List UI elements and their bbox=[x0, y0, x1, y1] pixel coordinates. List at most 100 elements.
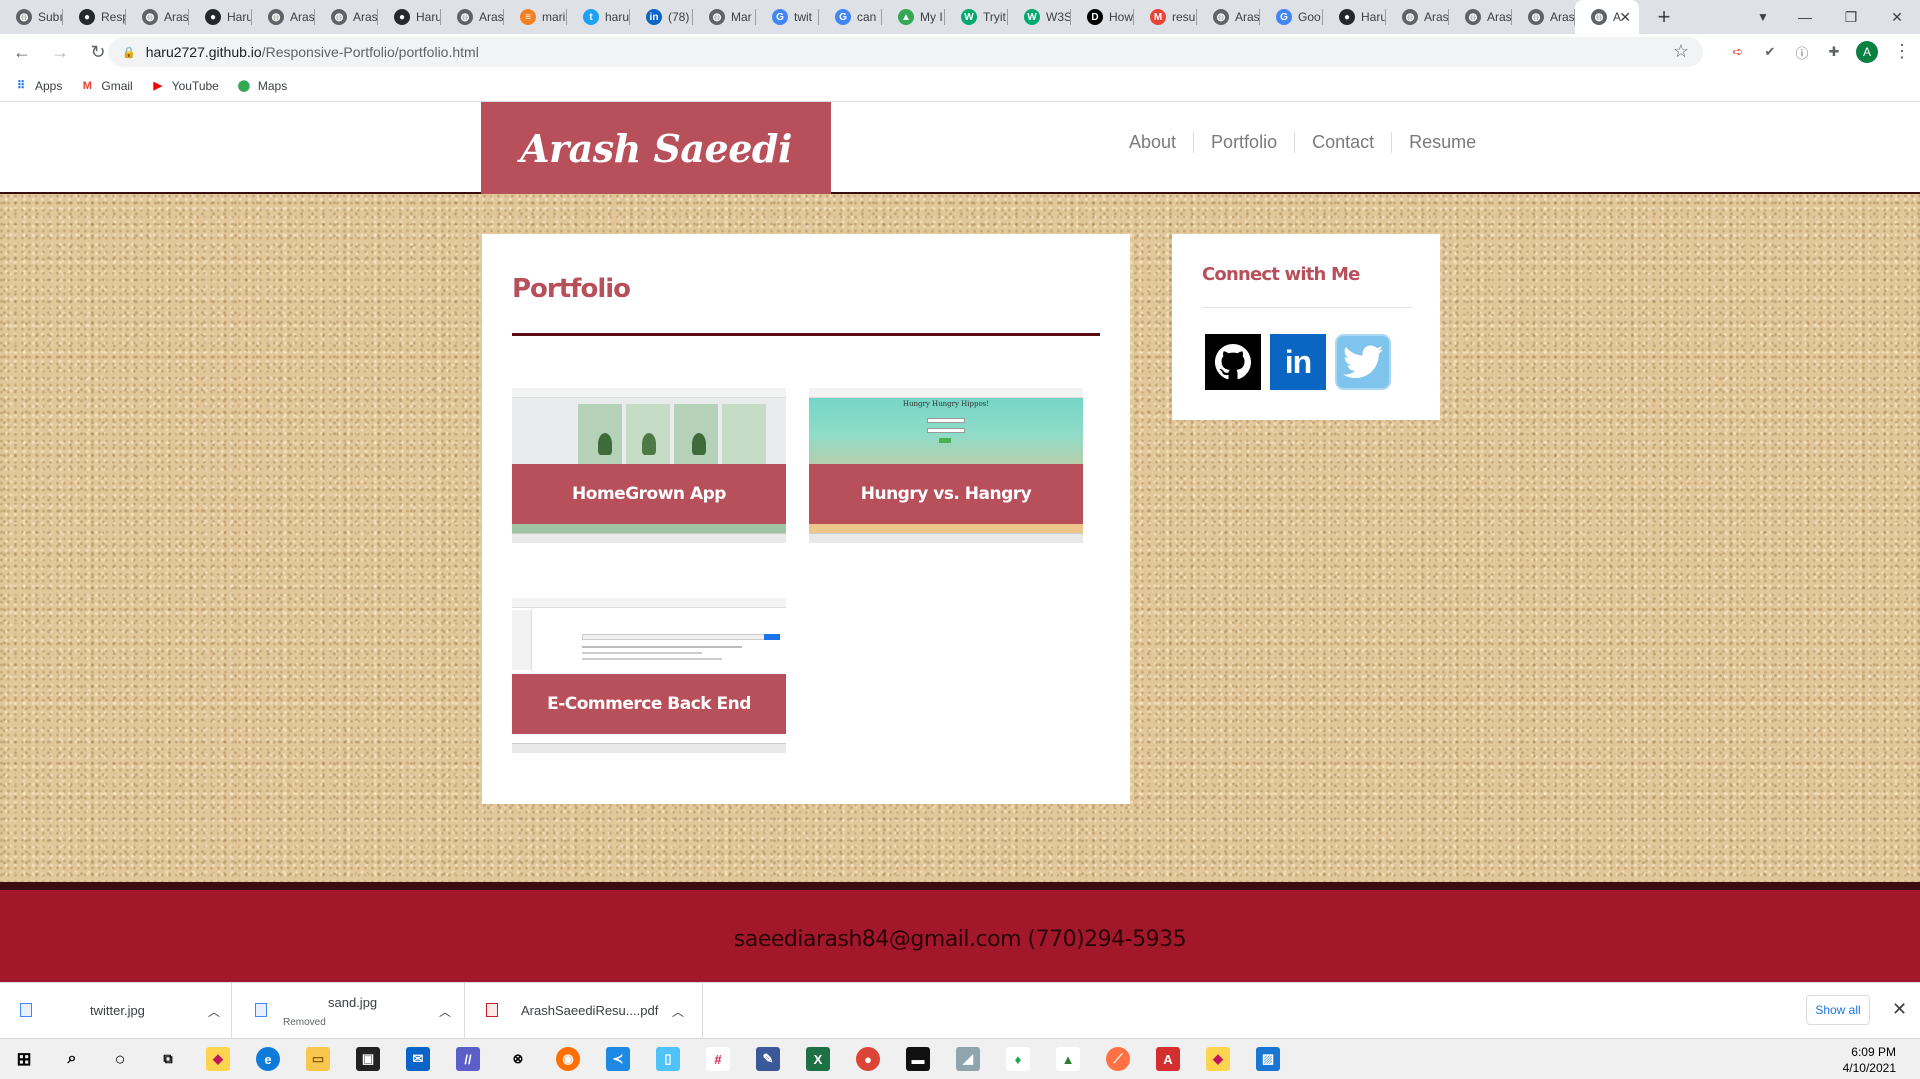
nav-contact[interactable]: Contact bbox=[1294, 132, 1391, 153]
bookmark-star-icon[interactable]: ☆ bbox=[1673, 41, 1689, 62]
site-logo[interactable]: Arash Saeedi bbox=[481, 102, 831, 194]
project-card-ecommerce[interactable]: E-Commerce Back End bbox=[512, 598, 786, 753]
generic-globe-icon: ◍ bbox=[1465, 9, 1481, 25]
browser-tab[interactable]: ▲ My I bbox=[882, 0, 945, 34]
nav-portfolio[interactable]: Portfolio bbox=[1193, 132, 1294, 153]
minimize-icon[interactable]: — bbox=[1782, 9, 1828, 25]
browser-tab[interactable]: ≡ mari bbox=[504, 0, 567, 34]
linkedin-icon[interactable]: in bbox=[1270, 334, 1326, 390]
project-title: E-Commerce Back End bbox=[547, 694, 751, 714]
download-shelf: twitter.jpg ︿ sand.jpg Removed ︿ ArashSa… bbox=[0, 982, 1920, 1039]
phone-icon[interactable]: ▯ bbox=[656, 1047, 680, 1071]
excel-icon[interactable]: X bbox=[806, 1047, 830, 1071]
nav-resume[interactable]: Resume bbox=[1391, 132, 1493, 153]
browser-tab[interactable]: ◍ Aras bbox=[1197, 0, 1260, 34]
browser-tab[interactable]: ◍ Aras bbox=[315, 0, 378, 34]
github-icon[interactable] bbox=[1205, 334, 1261, 390]
mail-icon[interactable]: ✉ bbox=[406, 1047, 430, 1071]
chevron-up-icon[interactable]: ︿ bbox=[208, 1003, 220, 1020]
mongodb-icon[interactable]: ♦ bbox=[1006, 1047, 1030, 1071]
app-icon[interactable]: ▲ bbox=[1056, 1047, 1080, 1071]
back-icon[interactable]: ← bbox=[6, 36, 38, 68]
browser-tab[interactable]: D How bbox=[1071, 0, 1134, 34]
app-icon[interactable]: ◆ bbox=[206, 1047, 230, 1071]
system-clock[interactable]: 6:09 PM 4/10/2021 bbox=[1843, 1044, 1896, 1076]
vscode-icon[interactable]: ≺ bbox=[606, 1047, 630, 1071]
browser-tab[interactable]: in (78) bbox=[630, 0, 693, 34]
close-shelf-icon[interactable]: ✕ bbox=[1892, 999, 1907, 1020]
browser-tab[interactable]: W W3S bbox=[1008, 0, 1071, 34]
cortana-icon[interactable]: ○ bbox=[108, 1047, 132, 1071]
portfolio-card: Portfolio HomeGrown App Hungry Hungry Hi… bbox=[482, 234, 1130, 804]
browser-tab[interactable]: ◍ A ✕ bbox=[1575, 0, 1639, 34]
download-item[interactable]: ArashSaeediResu....pdf ︿ bbox=[466, 983, 703, 1039]
app-icon[interactable]: ◆ bbox=[1206, 1047, 1230, 1071]
address-bar[interactable]: 🔒 haru2727.github.io/Responsive-Portfoli… bbox=[108, 37, 1703, 67]
maps-pin-icon: ⬤ bbox=[237, 80, 251, 92]
store-icon[interactable]: ▣ bbox=[356, 1047, 380, 1071]
download-item[interactable]: sand.jpg Removed ︿ bbox=[233, 983, 465, 1039]
slack-icon[interactable]: # bbox=[706, 1047, 730, 1071]
browser-tab[interactable]: ◍ Mar bbox=[693, 0, 756, 34]
xbox-icon[interactable]: ⊗ bbox=[506, 1047, 530, 1071]
download-item[interactable]: twitter.jpg ︿ bbox=[0, 983, 232, 1039]
close-tab-icon[interactable]: ✕ bbox=[1619, 9, 1631, 26]
browser-tab[interactable]: Gtwit bbox=[756, 0, 819, 34]
chevron-up-icon[interactable]: ︿ bbox=[672, 1003, 684, 1020]
browser-tab[interactable]: ● Haru bbox=[378, 0, 441, 34]
browser-tab[interactable]: ◍ Aras bbox=[1449, 0, 1512, 34]
bookmark-youtube[interactable]: ▶ YouTube bbox=[151, 79, 218, 93]
extension-info-icon[interactable]: ⓘ bbox=[1791, 41, 1813, 63]
bookmark-apps[interactable]: ⠿ Apps bbox=[14, 79, 62, 93]
browser-tab[interactable]: ● Resp bbox=[63, 0, 126, 34]
chevron-up-icon[interactable]: ︿ bbox=[439, 1003, 451, 1020]
extension-check-icon[interactable]: ✔ bbox=[1759, 41, 1781, 63]
browser-tab[interactable]: ◍ Aras bbox=[1512, 0, 1575, 34]
app-icon[interactable]: ◢ bbox=[956, 1047, 980, 1071]
show-all-button[interactable]: Show all bbox=[1806, 995, 1870, 1025]
app-icon[interactable]: ◉ bbox=[556, 1047, 580, 1071]
browser-tab[interactable]: ◍ Aras bbox=[252, 0, 315, 34]
browser-tab[interactable]: W Tryit bbox=[945, 0, 1008, 34]
browser-tab[interactable]: Gcan bbox=[819, 0, 882, 34]
browser-tab[interactable]: ◍ Aras bbox=[441, 0, 504, 34]
bookmark-maps[interactable]: ⬤ Maps bbox=[237, 79, 288, 93]
chrome-icon[interactable]: ● bbox=[856, 1047, 880, 1071]
nav-about[interactable]: About bbox=[1112, 132, 1193, 153]
task-view-icon[interactable]: ⧉ bbox=[156, 1047, 180, 1071]
browser-tab[interactable]: Mresu bbox=[1134, 0, 1197, 34]
new-tab-icon[interactable]: + bbox=[1647, 0, 1681, 34]
browser-tab[interactable]: G Goo bbox=[1260, 0, 1323, 34]
app-icon[interactable]: ✎ bbox=[756, 1047, 780, 1071]
site-logo-text: Arash Saeedi bbox=[520, 125, 792, 171]
tab-search-icon[interactable]: ▼ bbox=[1750, 4, 1776, 30]
restore-icon[interactable]: ❐ bbox=[1828, 9, 1874, 26]
browser-tab[interactable]: t haru bbox=[567, 0, 630, 34]
browser-tab[interactable]: ● Haru bbox=[189, 0, 252, 34]
lock-icon[interactable]: 🔒 bbox=[122, 46, 136, 59]
forward-icon[interactable]: → bbox=[44, 36, 76, 68]
windows-start-icon[interactable]: ⊞ bbox=[12, 1047, 36, 1071]
search-icon[interactable]: ⌕ bbox=[60, 1047, 84, 1071]
acrobat-icon[interactable]: A bbox=[1156, 1047, 1180, 1071]
menu-kebab-icon[interactable]: ⋮ bbox=[1892, 41, 1912, 63]
edge-icon[interactable]: e bbox=[256, 1047, 280, 1071]
project-card-hungry[interactable]: Hungry Hungry Hippos! Hungry vs. Hangry bbox=[809, 388, 1083, 543]
browser-tab[interactable]: ◍ Subı bbox=[0, 0, 63, 34]
bookmark-gmail[interactable]: M Gmail bbox=[80, 79, 133, 93]
browser-tab[interactable]: ◍ Aras bbox=[126, 0, 189, 34]
browser-tab[interactable]: ◍ Aras bbox=[1386, 0, 1449, 34]
app-icon[interactable]: ⟋ bbox=[1106, 1047, 1130, 1071]
terminal-icon[interactable]: ▬ bbox=[906, 1047, 930, 1071]
project-card-homegrown[interactable]: HomeGrown App bbox=[512, 388, 786, 543]
photos-icon[interactable]: ▨ bbox=[1256, 1047, 1280, 1071]
extension-icon[interactable]: ➪ bbox=[1727, 41, 1749, 63]
app-icon[interactable]: // bbox=[456, 1047, 480, 1071]
twitter-icon[interactable] bbox=[1335, 334, 1391, 390]
file-explorer-icon[interactable]: ▭ bbox=[306, 1047, 330, 1071]
extensions-puzzle-icon[interactable]: ✚ bbox=[1823, 41, 1845, 63]
close-window-icon[interactable]: ✕ bbox=[1874, 9, 1920, 26]
browser-tab[interactable]: ● Haru bbox=[1323, 0, 1386, 34]
profile-avatar[interactable]: A bbox=[1856, 41, 1878, 63]
tab-label: haru bbox=[605, 10, 630, 24]
